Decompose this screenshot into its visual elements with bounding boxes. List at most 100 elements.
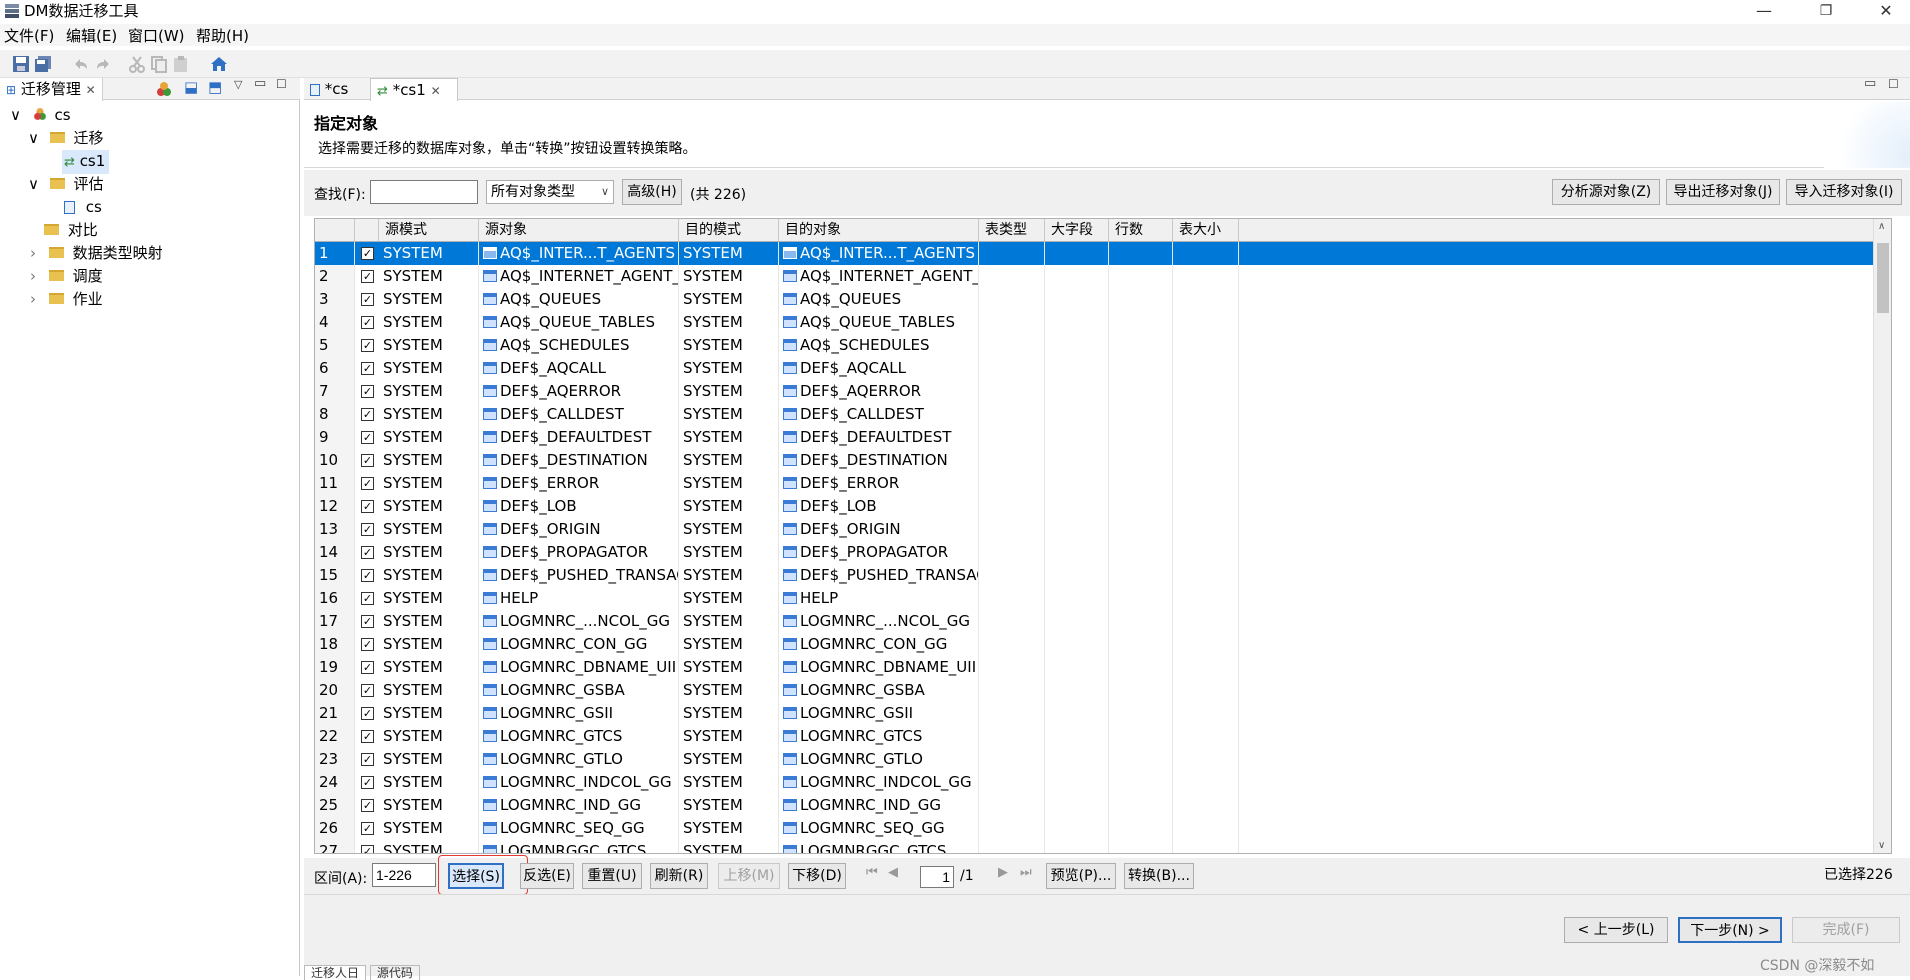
rows-cell[interactable] xyxy=(1109,426,1173,449)
range-input[interactable] xyxy=(372,863,436,887)
row-checkbox[interactable]: ✓ xyxy=(361,454,374,467)
target-object-cell[interactable]: DEF$_DEFAULTDEST xyxy=(779,426,979,449)
tree-node-jobs[interactable]: › 作业 xyxy=(30,288,103,310)
table-row[interactable]: ✓ 26 SYSTEM LOGMNRC_SEQ_GG SYSTEM LOGMNRC_SEQ… xyxy=(315,817,1875,840)
row-checkbox[interactable]: ✓ xyxy=(361,592,374,605)
scroll-down-icon[interactable]: ∨ xyxy=(1878,840,1885,851)
rows-cell[interactable] xyxy=(1109,541,1173,564)
table-type-cell[interactable] xyxy=(979,656,1045,679)
save-icon[interactable] xyxy=(12,55,30,73)
lob-cell[interactable] xyxy=(1045,288,1109,311)
row-checkbox[interactable]: ✓ xyxy=(361,500,374,513)
table-size-cell[interactable] xyxy=(1173,403,1239,426)
col-header-target-object[interactable]: 目的对象 xyxy=(779,219,979,242)
lob-cell[interactable] xyxy=(1045,587,1109,610)
source-object-cell[interactable]: DEF$_ERROR xyxy=(479,472,679,495)
bottom-tab-source[interactable]: 源代码 xyxy=(369,965,420,980)
finish-button[interactable]: 完成(F) xyxy=(1792,917,1900,943)
source-schema-cell[interactable]: SYSTEM xyxy=(379,656,479,679)
maximize-editor-icon[interactable]: ☐ xyxy=(1888,77,1899,91)
source-schema-cell[interactable]: SYSTEM xyxy=(379,449,479,472)
target-object-cell[interactable]: DEF$_ERROR xyxy=(779,472,979,495)
target-schema-cell[interactable]: SYSTEM xyxy=(679,242,779,265)
target-schema-cell[interactable]: SYSTEM xyxy=(679,334,779,357)
rows-cell[interactable] xyxy=(1109,587,1173,610)
close-button[interactable]: ✕ xyxy=(1866,0,1906,22)
row-checkbox[interactable]: ✓ xyxy=(361,638,374,651)
row-checkbox[interactable]: ✓ xyxy=(361,730,374,743)
target-object-cell[interactable]: LOGMNRC_GTLO xyxy=(779,748,979,771)
table-vertical-scrollbar[interactable]: ∧ ∨ xyxy=(1873,219,1891,853)
lob-cell[interactable] xyxy=(1045,242,1109,265)
col-header-table-size[interactable]: 表大小 xyxy=(1173,219,1239,242)
lob-cell[interactable] xyxy=(1045,633,1109,656)
target-object-cell[interactable]: DEF$_DESTINATION xyxy=(779,449,979,472)
lob-cell[interactable] xyxy=(1045,840,1109,853)
source-schema-cell[interactable]: SYSTEM xyxy=(379,403,479,426)
target-schema-cell[interactable]: SYSTEM xyxy=(679,288,779,311)
source-object-cell[interactable]: LOGMNRC_GSBA xyxy=(479,679,679,702)
import-objects-button[interactable]: 导入迁移对象(I) xyxy=(1786,179,1902,205)
target-schema-cell[interactable]: SYSTEM xyxy=(679,495,779,518)
target-object-cell[interactable]: LOGMNRC_GSII xyxy=(779,702,979,725)
table-type-cell[interactable] xyxy=(979,288,1045,311)
source-schema-cell[interactable]: SYSTEM xyxy=(379,794,479,817)
table-size-cell[interactable] xyxy=(1173,357,1239,380)
table-type-cell[interactable] xyxy=(979,380,1045,403)
source-schema-cell[interactable]: SYSTEM xyxy=(379,495,479,518)
table-size-cell[interactable] xyxy=(1173,840,1239,853)
table-size-cell[interactable] xyxy=(1173,495,1239,518)
rows-cell[interactable] xyxy=(1109,380,1173,403)
target-object-cell[interactable]: LOGMNRC_IND_GG xyxy=(779,794,979,817)
export-objects-button[interactable]: 导出迁移对象(J) xyxy=(1666,179,1780,205)
target-schema-cell[interactable]: SYSTEM xyxy=(679,771,779,794)
restore-button[interactable]: ❐ xyxy=(1806,0,1846,22)
table-size-cell[interactable] xyxy=(1173,794,1239,817)
table-row[interactable]: ✓ 15 SYSTEM DEF$_PUSHED_TRANSAC SYSTEM DEF$_P… xyxy=(315,564,1875,587)
lob-cell[interactable] xyxy=(1045,541,1109,564)
table-row[interactable]: ✓ 5 SYSTEM AQ$_SCHEDULES SYSTEM AQ$_SCHEDULES xyxy=(315,334,1875,357)
target-object-cell[interactable]: AQ$_INTER...T_AGENTS xyxy=(779,242,979,265)
search-input[interactable] xyxy=(370,180,478,204)
table-row[interactable]: ✓ 17 SYSTEM LOGMNRC_...NCOL_GG SYSTEM LOGMNRC… xyxy=(315,610,1875,633)
close-tab-icon[interactable]: ✕ xyxy=(431,84,441,98)
rows-cell[interactable] xyxy=(1109,242,1173,265)
target-schema-cell[interactable]: SYSTEM xyxy=(679,380,779,403)
source-schema-cell[interactable]: SYSTEM xyxy=(379,288,479,311)
rows-cell[interactable] xyxy=(1109,702,1173,725)
row-checkbox[interactable]: ✓ xyxy=(361,477,374,490)
source-schema-cell[interactable]: SYSTEM xyxy=(379,633,479,656)
table-type-cell[interactable] xyxy=(979,702,1045,725)
rows-cell[interactable] xyxy=(1109,357,1173,380)
scroll-up-icon[interactable]: ∧ xyxy=(1878,221,1885,232)
cut-icon[interactable] xyxy=(128,55,146,73)
tree-node-migration[interactable]: ∨ 迁移 xyxy=(28,127,104,149)
source-object-cell[interactable]: AQ$_SCHEDULES xyxy=(479,334,679,357)
source-schema-cell[interactable]: SYSTEM xyxy=(379,702,479,725)
tree-node-assessment-cs[interactable]: cs xyxy=(64,196,102,218)
table-size-cell[interactable] xyxy=(1173,426,1239,449)
row-checkbox[interactable]: ✓ xyxy=(361,293,374,306)
undo-icon[interactable] xyxy=(72,55,90,73)
target-schema-cell[interactable]: SYSTEM xyxy=(679,679,779,702)
tree-node-assessment[interactable]: ∨ 评估 xyxy=(28,173,104,195)
previous-step-button[interactable]: < 上一步(L) xyxy=(1564,917,1668,943)
redo-icon[interactable] xyxy=(94,55,112,73)
row-checkbox[interactable]: ✓ xyxy=(361,247,374,260)
row-checkbox[interactable]: ✓ xyxy=(361,707,374,720)
lob-cell[interactable] xyxy=(1045,794,1109,817)
table-row[interactable]: ✓ 16 SYSTEM HELP SYSTEM HELP xyxy=(315,587,1875,610)
table-row[interactable]: ✓ 12 SYSTEM DEF$_LOB SYSTEM DEF$_LOB xyxy=(315,495,1875,518)
tab-cs1[interactable]: ⇄ *cs1 ✕ xyxy=(370,78,458,101)
table-type-cell[interactable] xyxy=(979,679,1045,702)
rows-cell[interactable] xyxy=(1109,311,1173,334)
lob-cell[interactable] xyxy=(1045,518,1109,541)
lob-cell[interactable] xyxy=(1045,403,1109,426)
target-schema-cell[interactable]: SYSTEM xyxy=(679,817,779,840)
row-checkbox[interactable]: ✓ xyxy=(361,270,374,283)
lob-cell[interactable] xyxy=(1045,426,1109,449)
target-schema-cell[interactable]: SYSTEM xyxy=(679,702,779,725)
target-schema-cell[interactable]: SYSTEM xyxy=(679,265,779,288)
move-up-button[interactable]: 上移(M) xyxy=(718,863,780,889)
source-schema-cell[interactable]: SYSTEM xyxy=(379,518,479,541)
